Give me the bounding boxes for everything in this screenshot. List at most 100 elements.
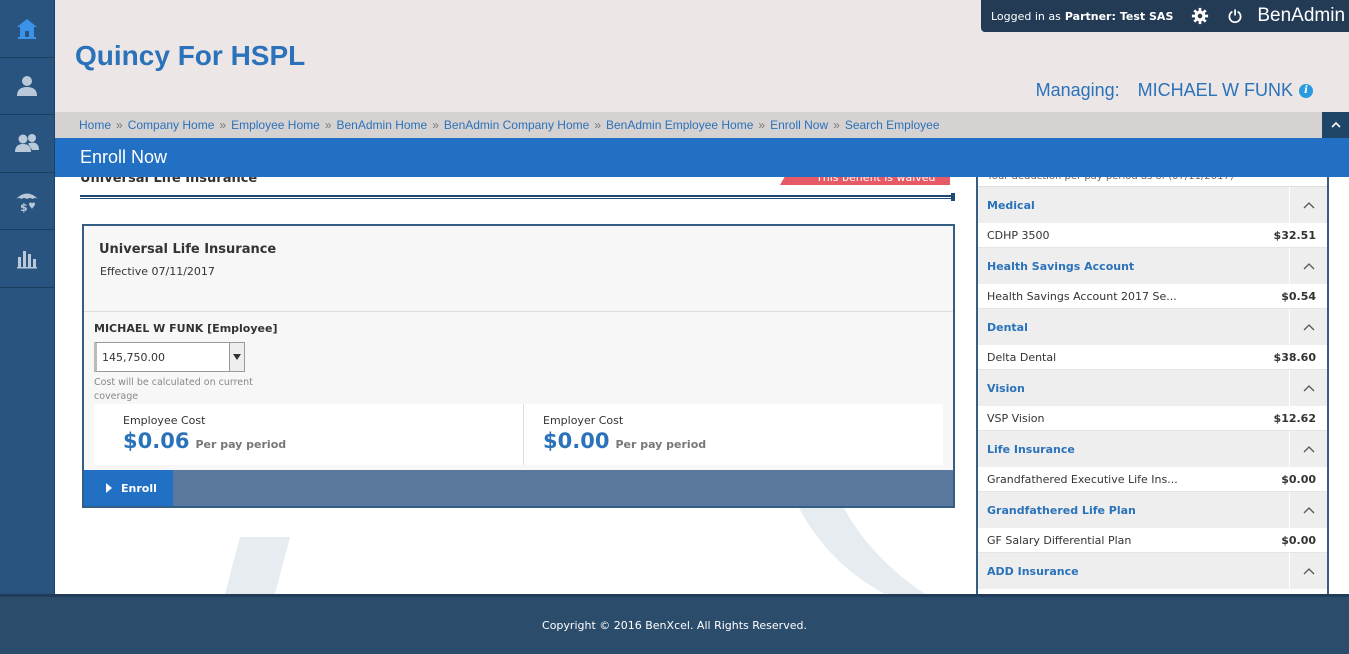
sidebar-item-reports[interactable] bbox=[0, 230, 54, 288]
deduction-row: Delta Dental $38.60 bbox=[978, 345, 1327, 370]
chevron-up-icon[interactable] bbox=[1289, 248, 1327, 284]
deduction-row: Health Savings Account 2017 Se... $0.54 bbox=[978, 284, 1327, 309]
svg-text:$: $ bbox=[20, 201, 28, 214]
breadcrumb-company-home[interactable]: Company Home bbox=[128, 118, 215, 132]
chevron-up-icon[interactable] bbox=[1289, 309, 1327, 345]
waived-status-badge: This benefit is waived bbox=[780, 177, 950, 185]
partner-name: Test SAS bbox=[1119, 9, 1174, 23]
breadcrumb-benadmin-home[interactable]: BenAdmin Home bbox=[337, 118, 428, 132]
chevron-up-icon bbox=[1330, 121, 1341, 128]
deduction-amount: $38.60 bbox=[1273, 350, 1316, 364]
deduction-plan: Delta Dental bbox=[987, 350, 1057, 364]
section-divider bbox=[80, 195, 955, 199]
breadcrumb-search-employee[interactable]: Search Employee bbox=[845, 118, 940, 132]
sidebar-item-employees[interactable] bbox=[0, 115, 54, 173]
play-arrow-icon bbox=[106, 483, 112, 493]
deduction-plan: Health Savings Account 2017 Se... bbox=[987, 289, 1177, 303]
breadcrumb-separator: » bbox=[432, 118, 439, 132]
deduction-row: GF Salary Differential Plan $0.00 bbox=[978, 528, 1327, 553]
deduction-amount: $12.62 bbox=[1273, 411, 1316, 425]
managing-indicator: Managing: MICHAEL W FUNK i bbox=[1036, 80, 1313, 101]
breadcrumb-separator: » bbox=[594, 118, 601, 132]
info-icon[interactable]: i bbox=[1299, 83, 1313, 98]
employer-cost-period: Per pay period bbox=[615, 438, 707, 451]
breadcrumb-benadmin-company-home[interactable]: BenAdmin Company Home bbox=[444, 118, 589, 132]
breadcrumb-separator: » bbox=[219, 118, 227, 132]
chevron-up-icon[interactable] bbox=[1289, 431, 1327, 467]
breadcrumb-home[interactable]: Home bbox=[79, 118, 111, 132]
employer-cost-value: $0.00 bbox=[543, 429, 610, 453]
deduction-group: ADD Insurance bbox=[978, 553, 1327, 589]
managing-employee-name[interactable]: MICHAEL W FUNK bbox=[1138, 80, 1293, 101]
copyright-text: Copyright © 2016 BenXcel. All Rights Res… bbox=[542, 619, 807, 632]
employee-cost-label: Employee Cost bbox=[123, 414, 206, 427]
employee-name: MICHAEL W FUNK [Employee] bbox=[94, 322, 278, 335]
enroll-button[interactable]: Enroll bbox=[84, 470, 173, 506]
employee-cost-period: Per pay period bbox=[195, 438, 287, 451]
chevron-up-icon[interactable] bbox=[1289, 492, 1327, 528]
employee-cost-value: $0.06 bbox=[123, 429, 190, 453]
group-header-hsa[interactable]: Health Savings Account bbox=[978, 248, 1327, 284]
chevron-up-icon[interactable] bbox=[1289, 370, 1327, 406]
benefits-umbrella-icon: $ bbox=[16, 193, 38, 214]
home-icon bbox=[17, 19, 37, 40]
deduction-plan: CDHP 3500 bbox=[987, 228, 1050, 242]
group-header-vision[interactable]: Vision bbox=[978, 370, 1327, 406]
cost-note: Cost will be calculated on current cover… bbox=[94, 377, 253, 402]
group-header-grandfathered-life[interactable]: Grandfathered Life Plan bbox=[978, 492, 1327, 528]
group-header-medical[interactable]: Medical bbox=[978, 187, 1327, 223]
divider-end-mark bbox=[951, 193, 955, 201]
brand-name: BenAdmin bbox=[1257, 5, 1346, 26]
cost-summary: Employee Cost $0.06 Per pay period Emplo… bbox=[94, 404, 943, 465]
deduction-plan: VSP Vision bbox=[987, 411, 1045, 425]
main-content: Universal Life Insurance This benefit is… bbox=[55, 177, 976, 594]
reports-chart-icon bbox=[17, 251, 37, 269]
collapse-header-button[interactable] bbox=[1322, 112, 1349, 138]
breadcrumb: Home » Company Home » Employee Home » Be… bbox=[55, 112, 1349, 138]
deduction-amount: $0.00 bbox=[1281, 533, 1316, 547]
sidebar-item-benefits[interactable]: $ bbox=[0, 173, 54, 230]
power-logout-icon[interactable] bbox=[1227, 8, 1243, 24]
benefit-title: Universal Life Insurance bbox=[99, 242, 277, 257]
breadcrumb-employee-home[interactable]: Employee Home bbox=[231, 118, 320, 132]
group-header-life-insurance[interactable]: Life Insurance bbox=[978, 431, 1327, 467]
deduction-plan: Grandfathered Executive Life Ins... bbox=[987, 472, 1178, 486]
coverage-amount-select[interactable]: 145,750.00 bbox=[94, 342, 245, 372]
sidebar-item-home[interactable] bbox=[0, 0, 54, 58]
employer-cost-label: Employer Cost bbox=[543, 414, 624, 427]
deduction-row: Grandfathered Executive Life Ins... $0.0… bbox=[978, 467, 1327, 492]
group-name: Vision bbox=[987, 381, 1025, 395]
group-name: Dental bbox=[987, 320, 1028, 334]
group-header-add-insurance[interactable]: ADD Insurance bbox=[978, 553, 1327, 589]
coverage-amount-value: 145,750.00 bbox=[102, 350, 165, 364]
users-icon bbox=[15, 134, 39, 153]
footer: Copyright © 2016 BenXcel. All Rights Res… bbox=[0, 594, 1349, 654]
breadcrumb-benadmin-employee-home[interactable]: BenAdmin Employee Home bbox=[606, 118, 753, 132]
group-header-dental[interactable]: Dental bbox=[978, 309, 1327, 345]
chevron-up-icon[interactable] bbox=[1289, 553, 1327, 589]
logged-in-text: Logged in as bbox=[991, 9, 1061, 23]
deduction-amount: $0.00 bbox=[1281, 472, 1316, 486]
user-icon bbox=[17, 75, 37, 96]
breadcrumb-separator: » bbox=[324, 118, 332, 132]
deduction-group: Vision VSP Vision $12.62 bbox=[978, 370, 1327, 431]
deduction-group: Medical CDHP 3500 $32.51 bbox=[978, 187, 1327, 248]
sidebar-item-employee[interactable] bbox=[0, 58, 54, 115]
settings-gear-icon[interactable] bbox=[1191, 7, 1209, 25]
chevron-down-icon[interactable] bbox=[229, 343, 244, 371]
deduction-group: Life Insurance Grandfathered Executive L… bbox=[978, 431, 1327, 492]
deduction-row: VSP Vision $12.62 bbox=[978, 406, 1327, 431]
enroll-button-label: Enroll bbox=[121, 481, 157, 495]
deduction-group: Grandfathered Life Plan GF Salary Differ… bbox=[978, 492, 1327, 553]
group-name: ADD Insurance bbox=[987, 564, 1079, 578]
benefit-card-header: Universal Life Insurance Effective 07/11… bbox=[84, 226, 953, 312]
deductions-header-text: Your deduction per pay period as of (07/… bbox=[978, 177, 1327, 187]
deductions-panel: Your deduction per pay period as of (07/… bbox=[976, 177, 1329, 594]
breadcrumb-separator: » bbox=[116, 118, 123, 132]
chevron-up-icon[interactable] bbox=[1289, 187, 1327, 223]
benefit-card-body: MICHAEL W FUNK [Employee] 145,750.00 Cos… bbox=[84, 312, 953, 472]
breadcrumb-enroll-now[interactable]: Enroll Now bbox=[770, 118, 828, 132]
page-title: Enroll Now bbox=[55, 138, 1349, 177]
employer-cost: Employer Cost $0.00 Per pay period bbox=[523, 404, 943, 465]
deduction-group: Health Savings Account Health Savings Ac… bbox=[978, 248, 1327, 309]
